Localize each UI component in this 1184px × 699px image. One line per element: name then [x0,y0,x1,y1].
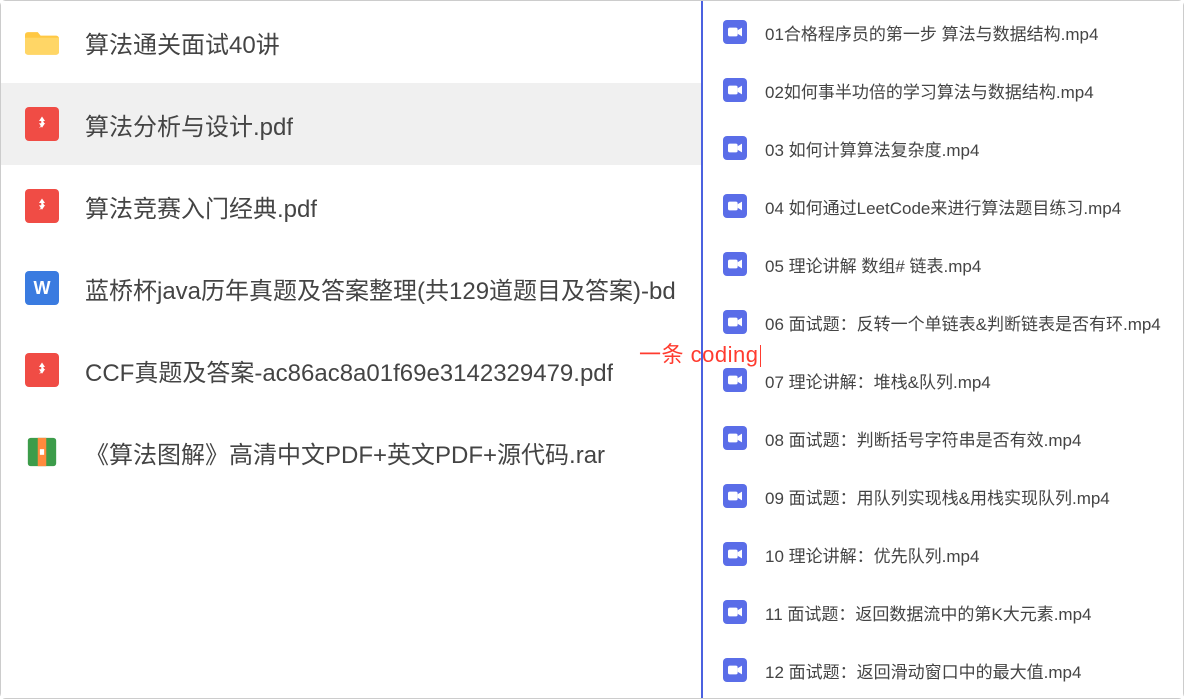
file-name-label: CCF真题及答案-ac86ac8a01f69e3142329479.pdf [85,353,613,388]
video-icon [723,310,747,334]
file-browser-container: 算法通关面试40讲算法分析与设计.pdf 算法竞赛入门经典.pdf W 蓝桥杯java… [0,0,1184,699]
video-icon [723,542,747,566]
file-name-label: 算法竞赛入门经典.pdf [85,189,317,224]
file-name-label: 02如何事半功倍的学习算法与数据结构.mp4 [765,78,1094,103]
file-item-pdf[interactable]: CCF真题及答案-ac86ac8a01f69e3142329479.pdf [1,329,701,411]
text-cursor [760,345,761,367]
video-icon [723,136,747,160]
file-name-label: 09 面试题：用队列实现栈&用栈实现队列.mp4 [765,484,1110,509]
file-item-video[interactable]: 05 理论讲解 数组# 链表.mp4 [703,235,1183,293]
video-icon [723,600,747,624]
file-item-video[interactable]: 09 面试题：用队列实现栈&用栈实现队列.mp4 [703,467,1183,525]
file-name-label: 10 理论讲解：优先队列.mp4 [765,542,979,567]
file-item-video[interactable]: 01合格程序员的第一步 算法与数据结构.mp4 [703,3,1183,61]
video-icon [723,426,747,450]
video-icon [723,484,747,508]
video-icon [723,78,747,102]
file-name-label: 11 面试题：返回数据流中的第K大元素.mp4 [765,600,1092,625]
video-icon [723,658,747,682]
video-icon [723,368,747,392]
pdf-icon [25,189,59,223]
folder-icon [25,25,59,59]
file-name-label: 《算法图解》高清中文PDF+英文PDF+源代码.rar [85,435,605,470]
file-item-folder[interactable]: 算法通关面试40讲 [1,1,701,83]
file-name-label: 算法分析与设计.pdf [85,107,293,142]
file-name-label: 蓝桥杯java历年真题及答案整理(共129道题目及答案)-bd [85,271,676,306]
file-name-label: 07 理论讲解：堆栈&队列.mp4 [765,368,991,393]
video-icon [723,252,747,276]
file-name-label: 03 如何计算算法复杂度.mp4 [765,136,979,161]
file-name-label: 算法通关面试40讲 [85,25,280,60]
watermark-text: 一条 coding [639,337,761,369]
file-item-video[interactable]: 07 理论讲解：堆栈&队列.mp4 [703,351,1183,409]
pdf-icon [25,107,59,141]
file-item-video[interactable]: 06 面试题：反转一个单链表&判断链表是否有环.mp4 [703,293,1183,351]
file-name-label: 01合格程序员的第一步 算法与数据结构.mp4 [765,20,1098,45]
file-item-video[interactable]: 10 理论讲解：优先队列.mp4 [703,525,1183,583]
file-item-video[interactable]: 02如何事半功倍的学习算法与数据结构.mp4 [703,61,1183,119]
file-item-video[interactable]: 11 面试题：返回数据流中的第K大元素.mp4 [703,583,1183,641]
video-icon [723,20,747,44]
file-item-rar[interactable]: 《算法图解》高清中文PDF+英文PDF+源代码.rar [1,411,701,493]
file-name-label: 08 面试题：判断括号字符串是否有效.mp4 [765,426,1081,451]
file-name-label: 12 面试题：返回滑动窗口中的最大值.mp4 [765,658,1081,683]
file-name-label: 04 如何通过LeetCode来进行算法题目练习.mp4 [765,194,1121,219]
video-icon [723,194,747,218]
file-name-label: 06 面试题：反转一个单链表&判断链表是否有环.mp4 [765,310,1161,335]
file-item-video[interactable]: 03 如何计算算法复杂度.mp4 [703,119,1183,177]
word-icon: W [25,271,59,305]
pdf-icon [25,353,59,387]
file-item-video[interactable]: 04 如何通过LeetCode来进行算法题目练习.mp4 [703,177,1183,235]
file-item-video[interactable]: 12 面试题：返回滑动窗口中的最大值.mp4 [703,641,1183,699]
file-item-video[interactable]: 08 面试题：判断括号字符串是否有效.mp4 [703,409,1183,467]
file-name-label: 05 理论讲解 数组# 链表.mp4 [765,252,981,277]
archive-icon [25,435,59,469]
left-file-list: 算法通关面试40讲算法分析与设计.pdf 算法竞赛入门经典.pdf W 蓝桥杯java… [1,1,703,698]
right-file-list: 01合格程序员的第一步 算法与数据结构.mp4 02如何事半功倍的学习算法与数据结… [703,1,1183,698]
file-item-word[interactable]: W 蓝桥杯java历年真题及答案整理(共129道题目及答案)-bd [1,247,701,329]
file-item-pdf[interactable]: 算法分析与设计.pdf [1,83,701,165]
file-item-pdf[interactable]: 算法竞赛入门经典.pdf [1,165,701,247]
